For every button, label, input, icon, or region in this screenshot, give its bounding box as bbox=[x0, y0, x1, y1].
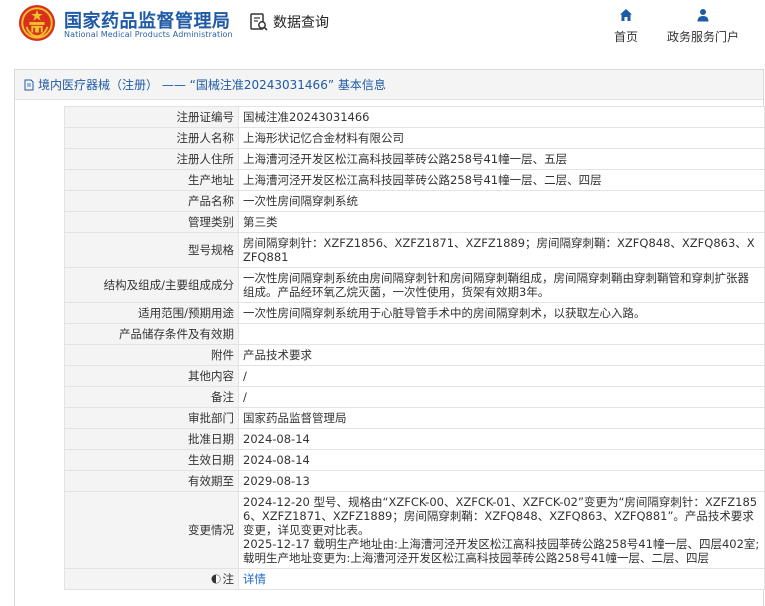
nav-home-label: 首页 bbox=[613, 30, 638, 44]
registration-detail-table: 注册证编号 国械注准20243031466 注册人名称 上海形状记忆合金材料有限公司注… bbox=[64, 106, 765, 590]
table-row-note: 注 详情 bbox=[64, 568, 765, 590]
field-label: 注册人名称 bbox=[64, 127, 239, 149]
table-row: 产品名称 一次性房间隔穿刺系统 bbox=[64, 190, 765, 212]
field-value: / bbox=[238, 365, 765, 387]
national-emblem-icon bbox=[18, 4, 56, 42]
table-row: 管理类别 第三类 bbox=[64, 211, 765, 233]
table-row: 生产地址 上海漕河泾开发区松江高科技园莘砖公路258号41幢一层、二层、四层 bbox=[64, 169, 765, 191]
field-label: 结构及组成/主要组成成分 bbox=[64, 267, 239, 303]
field-label: 适用范围/预期用途 bbox=[64, 302, 239, 324]
table-row: 审批部门 国家药品监督管理局 bbox=[64, 407, 765, 429]
field-label: 审批部门 bbox=[64, 407, 239, 429]
data-query-link[interactable]: 数据查询 bbox=[249, 12, 329, 32]
table-row: 有效期至 2029-08-13 bbox=[64, 470, 765, 492]
breadcrumb-text: 境内医疗器械（注册） —— “国械注准20243031466” 基本信息 bbox=[38, 78, 386, 92]
field-value: 上海漕河泾开发区松江高科技园莘砖公路258号41幢一层、二层、四层 bbox=[238, 169, 765, 191]
nav-service-portal[interactable]: 政务服务门户 bbox=[666, 8, 740, 45]
table-row: 结构及组成/主要组成成分 一次性房间隔穿刺系统由房间隔穿刺针和房间隔穿刺鞘组成，房… bbox=[64, 267, 765, 303]
table-row-change: 变更情况 2024-12-20 型号、规格由“XZFCK-00、XZFCK-01… bbox=[64, 491, 765, 569]
org-name-en: National Medical Products Administration bbox=[64, 30, 233, 39]
field-label: 批准日期 bbox=[64, 428, 239, 450]
table-row: 生效日期 2024-08-14 bbox=[64, 449, 765, 471]
table-row: 其他内容 / bbox=[64, 365, 765, 387]
table-row: 附件 产品技术要求 bbox=[64, 344, 765, 366]
breadcrumb: 境内医疗器械（注册） —— “国械注准20243031466” 基本信息 bbox=[15, 70, 763, 100]
field-label: 其他内容 bbox=[64, 365, 239, 387]
table-row: 型号规格 房间隔穿刺针：XZFZ1856、XZFZ1871、XZFZ1889；房间… bbox=[64, 232, 765, 268]
note-bullet-icon bbox=[211, 574, 220, 584]
details-link[interactable]: 详情 bbox=[243, 572, 266, 586]
field-value: 国械注准20243031466 bbox=[238, 106, 765, 128]
document-icon bbox=[24, 79, 34, 90]
field-value: 一次性房间隔穿刺系统 bbox=[238, 190, 765, 212]
field-label: 变更情况 bbox=[64, 491, 239, 569]
table-row: 注册人住所 上海漕河泾开发区松江高科技园莘砖公路258号41幢一层、五层 bbox=[64, 148, 765, 170]
table-row: 产品储存条件及有效期 bbox=[64, 323, 765, 345]
table-row: 注册人名称 上海形状记忆合金材料有限公司 bbox=[64, 127, 765, 149]
field-label: 生产地址 bbox=[64, 169, 239, 191]
nav-portal-label: 政务服务门户 bbox=[666, 30, 739, 44]
field-value: 国家药品监督管理局 bbox=[238, 407, 765, 429]
field-label: 型号规格 bbox=[64, 232, 239, 268]
field-value: 产品技术要求 bbox=[238, 344, 765, 366]
data-query-label: 数据查询 bbox=[273, 15, 329, 31]
field-value bbox=[238, 323, 765, 345]
field-value: / bbox=[238, 386, 765, 408]
note-label: 注 bbox=[222, 572, 235, 586]
field-value: 上海漕河泾开发区松江高科技园莘砖公路258号41幢一层、五层 bbox=[238, 148, 765, 170]
field-value: 详情 bbox=[238, 568, 765, 590]
table-row: 适用范围/预期用途 一次性房间隔穿刺系统用于心脏导管手术中的房间隔穿刺术，以获取左… bbox=[64, 302, 765, 324]
field-label: 产品名称 bbox=[64, 190, 239, 212]
table-row: 批准日期 2024-08-14 bbox=[64, 428, 765, 450]
field-label: 注册人住所 bbox=[64, 148, 239, 170]
document-search-icon bbox=[250, 13, 268, 31]
table-row: 注册证编号 国械注准20243031466 bbox=[64, 106, 765, 128]
field-value: 2029-08-13 bbox=[238, 470, 765, 492]
field-label: 有效期至 bbox=[64, 470, 239, 492]
field-label: 产品储存条件及有效期 bbox=[64, 323, 239, 345]
table-row: 备注 / bbox=[64, 386, 765, 408]
change-entry: 2025-12-17 载明生产地址由:上海漕河泾开发区松江高科技园莘砖公路258… bbox=[243, 537, 760, 565]
field-value: 第三类 bbox=[238, 211, 765, 233]
site-header: 国家药品监督管理局 National Medical Products Admi… bbox=[0, 0, 765, 60]
field-value: 2024-08-14 bbox=[238, 428, 765, 450]
user-icon bbox=[697, 9, 709, 22]
nav-home[interactable]: 首页 bbox=[612, 8, 640, 45]
field-label: 注册证编号 bbox=[64, 106, 239, 128]
field-label: 生效日期 bbox=[64, 449, 239, 471]
change-history: 2024-12-20 型号、规格由“XZFCK-00、XZFCK-01、XZFC… bbox=[238, 491, 765, 569]
change-entry: 2024-12-20 型号、规格由“XZFCK-00、XZFCK-01、XZFC… bbox=[243, 495, 758, 537]
field-value: 一次性房间隔穿刺系统用于心脏导管手术中的房间隔穿刺术，以获取左心入路。 bbox=[238, 302, 765, 324]
field-value: 2024-08-14 bbox=[238, 449, 765, 471]
field-value: 一次性房间隔穿刺系统由房间隔穿刺针和房间隔穿刺鞘组成，房间隔穿刺鞘由穿刺鞘管和穿… bbox=[238, 267, 765, 303]
detail-panel: 境内医疗器械（注册） —— “国械注准20243031466” 基本信息 注册证… bbox=[14, 69, 765, 606]
home-icon bbox=[620, 9, 632, 21]
field-value: 上海形状记忆合金材料有限公司 bbox=[238, 127, 765, 149]
field-label: 备注 bbox=[64, 386, 239, 408]
field-label: 附件 bbox=[64, 344, 239, 366]
field-label: 管理类别 bbox=[64, 211, 239, 233]
field-label: 注 bbox=[64, 568, 239, 590]
field-value: 房间隔穿刺针：XZFZ1856、XZFZ1871、XZFZ1889；房间隔穿刺鞘… bbox=[238, 232, 765, 268]
